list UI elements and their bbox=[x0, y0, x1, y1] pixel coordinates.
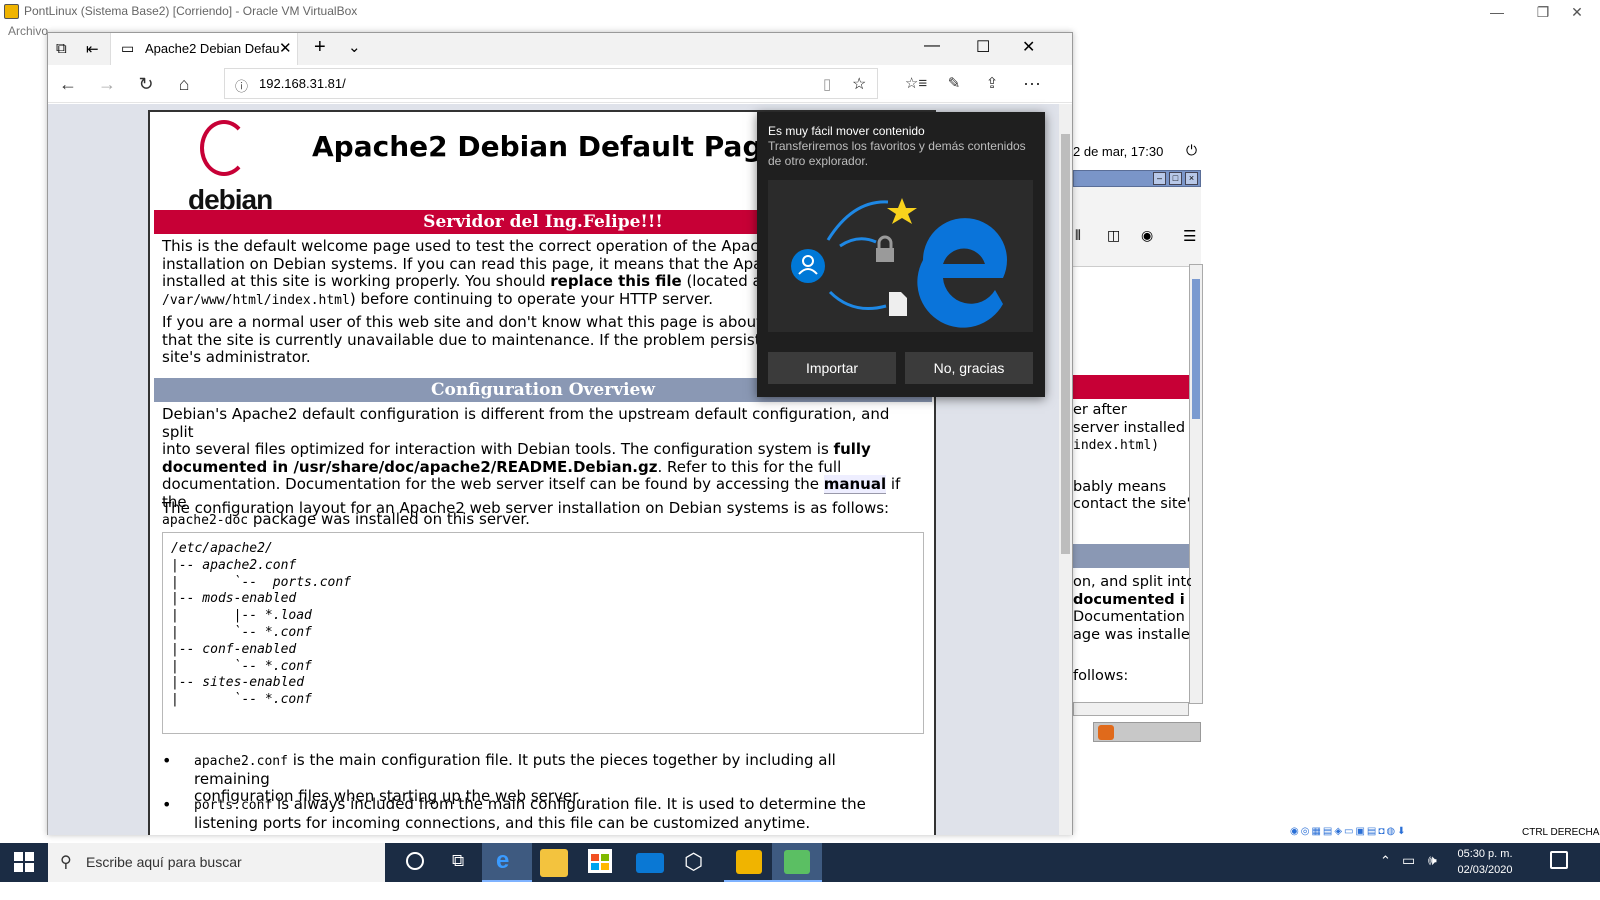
guest-taskbar bbox=[1093, 722, 1201, 742]
guest-close-icon[interactable]: × bbox=[1185, 172, 1198, 185]
host-title-bar: PontLinux (Sistema Base2) [Corriendo] - … bbox=[0, 0, 1600, 24]
scrollbar-thumb[interactable] bbox=[1061, 134, 1070, 554]
power-icon[interactable]: ⏻ bbox=[1186, 142, 1197, 159]
host-menu-archivo[interactable]: Archivo bbox=[8, 24, 48, 38]
guest-toolbar: ⫴ ◫ ◉ ☰ bbox=[1073, 187, 1201, 267]
popup-description: Transferiremos los favoritos y demás con… bbox=[768, 139, 1026, 168]
address-bar[interactable]: ⓘ 192.168.31.81/ ▯ ☆ bbox=[224, 68, 878, 99]
store-icon[interactable] bbox=[588, 849, 612, 873]
guest-hscrollbar[interactable] bbox=[1073, 702, 1189, 716]
host-close-button[interactable]: ✕ bbox=[1554, 2, 1600, 24]
taskbar-virtualbox-manager[interactable] bbox=[724, 843, 774, 882]
address-url: 192.168.31.81/ bbox=[259, 76, 346, 91]
host-window-title: PontLinux (Sistema Base2) [Corriendo] - … bbox=[24, 4, 358, 18]
set-tabs-aside-icon[interactable]: ⇤ bbox=[86, 40, 99, 58]
more-menu-icon[interactable]: ⋯ bbox=[1014, 68, 1050, 100]
tab-close-icon[interactable]: ✕ bbox=[279, 39, 292, 57]
page-icon: ▭ bbox=[121, 40, 135, 56]
search-icon: ⚲ bbox=[60, 854, 72, 871]
windows-start-icon[interactable] bbox=[14, 852, 34, 872]
guest-max-icon[interactable]: □ bbox=[1169, 172, 1182, 185]
back-button[interactable]: ← bbox=[50, 68, 86, 100]
import-illustration bbox=[768, 180, 1033, 332]
show-hidden-icons-chevron[interactable]: ⌃ bbox=[1380, 853, 1391, 869]
favorite-star-icon[interactable]: ☆ bbox=[852, 74, 866, 94]
firefox-icon[interactable] bbox=[1098, 725, 1114, 740]
network-icon[interactable]: ▭ bbox=[1402, 852, 1415, 869]
hamburger-menu-icon[interactable]: ☰ bbox=[1183, 227, 1196, 245]
forward-button[interactable]: → bbox=[89, 68, 125, 100]
info-icon[interactable]: ⓘ bbox=[235, 76, 248, 95]
favorites-hub-icon[interactable]: ☆≡ bbox=[898, 68, 934, 100]
web-note-icon[interactable]: ✎ bbox=[936, 68, 972, 100]
virtualbox-manager-icon bbox=[736, 850, 762, 874]
guest-scrollbar[interactable] bbox=[1189, 264, 1203, 704]
tab-actions-icon[interactable]: ⧉ bbox=[56, 40, 67, 57]
taskbar-search[interactable]: ⚲ Escribe aquí para buscar bbox=[48, 843, 385, 882]
debian-swirl-icon bbox=[200, 120, 248, 176]
host-minimize-button[interactable]: — bbox=[1474, 2, 1520, 24]
edge-scrollbar[interactable] bbox=[1059, 104, 1072, 835]
taskbar-clock[interactable]: 05:30 p. m. 02/03/2020 bbox=[1450, 846, 1520, 878]
3d-viewer-icon[interactable]: ⬡ bbox=[684, 849, 703, 875]
list-item: • apache2.conf is the main configuration… bbox=[162, 751, 836, 805]
vbox-device-icons[interactable]: ◉◎▦▤◈▭▣▤◘◍⬇ bbox=[1290, 826, 1408, 837]
search-placeholder: Escribe aquí para buscar bbox=[86, 854, 242, 870]
taskbar-vm-window[interactable] bbox=[772, 843, 822, 882]
edge-icon: e bbox=[496, 847, 510, 874]
cortana-icon[interactable] bbox=[406, 852, 424, 870]
host-key-label: CTRL DERECHA bbox=[1522, 827, 1600, 838]
guest-min-icon[interactable]: – bbox=[1153, 172, 1166, 185]
file-explorer-icon[interactable] bbox=[540, 849, 568, 877]
vbox-status-bar: ◉◎▦▤◈▭▣▤◘◍⬇ CTRL DERECHA bbox=[1290, 826, 1600, 840]
new-tab-button[interactable]: + bbox=[314, 36, 326, 59]
taskbar: ⚲ Escribe aquí para buscar ⧉ e ⬡ ⌃ ▭ 🕪 0… bbox=[0, 843, 1600, 882]
virtualbox-icon bbox=[4, 4, 19, 19]
import-button[interactable]: Importar bbox=[768, 352, 896, 384]
edge-tab-bar: ⧉ ⇤ ▭ Apache2 Debian Defaul ✕ + ⌄ — ☐ ✕ bbox=[48, 33, 1072, 65]
tab-title: Apache2 Debian Defaul bbox=[145, 41, 280, 56]
page-title: Apache2 Debian Default Page bbox=[312, 130, 782, 163]
edge-logo-icon bbox=[791, 198, 1007, 328]
volume-icon[interactable]: 🕪 bbox=[1428, 852, 1437, 869]
edge-minimize-button[interactable]: — bbox=[924, 37, 940, 55]
guest-panel-clock: 2 de mar, 17:30 bbox=[1073, 144, 1164, 159]
import-popup: Es muy fácil mover contenido Transferire… bbox=[757, 112, 1045, 397]
mail-icon[interactable] bbox=[636, 853, 664, 873]
guest-page-text-2: on, and split into documented i Document… bbox=[1073, 574, 1191, 684]
edge-close-button[interactable]: ✕ bbox=[1022, 37, 1035, 57]
reading-view-icon[interactable]: ▯ bbox=[823, 75, 831, 93]
tab-apache[interactable]: ▭ Apache2 Debian Defaul ✕ bbox=[110, 33, 298, 65]
task-view-icon[interactable]: ⧉ bbox=[452, 851, 464, 871]
layout-paragraph: The configuration layout for an Apache2 … bbox=[162, 499, 890, 517]
guest-gray-banner bbox=[1073, 544, 1189, 568]
popup-title: Es muy fácil mover contenido bbox=[768, 124, 925, 138]
guest-red-banner bbox=[1073, 375, 1189, 399]
edge-maximize-button[interactable]: ☐ bbox=[976, 37, 990, 57]
decline-button[interactable]: No, gracias bbox=[905, 352, 1033, 384]
tab-preview-chevron-icon[interactable]: ⌄ bbox=[348, 38, 361, 56]
library-icon[interactable]: ⫴ bbox=[1075, 227, 1081, 244]
action-center-icon[interactable] bbox=[1550, 851, 1568, 869]
home-button[interactable]: ⌂ bbox=[166, 68, 202, 100]
edge-toolbar: ← → ↻ ⌂ ⓘ 192.168.31.81/ ▯ ☆ ☆≡ ✎ ⇪ ⋯ bbox=[48, 65, 1072, 103]
vm-window-icon bbox=[784, 850, 810, 874]
config-tree-code: /etc/apache2/ |-- apache2.conf | `-- por… bbox=[162, 532, 924, 734]
taskbar-edge-active[interactable]: e bbox=[482, 843, 532, 882]
guest-page-text: er after server installed index.html) ba… bbox=[1073, 402, 1191, 512]
guest-window-titlebar: – □ × bbox=[1073, 170, 1201, 187]
list-item: • ports.conf is always included from the… bbox=[162, 795, 866, 832]
sidebar-icon[interactable]: ◫ bbox=[1107, 227, 1120, 244]
share-icon[interactable]: ⇪ bbox=[974, 68, 1010, 100]
account-icon[interactable]: ◉ bbox=[1141, 227, 1153, 244]
refresh-button[interactable]: ↻ bbox=[128, 68, 164, 100]
manual-link[interactable]: manual bbox=[823, 475, 887, 494]
